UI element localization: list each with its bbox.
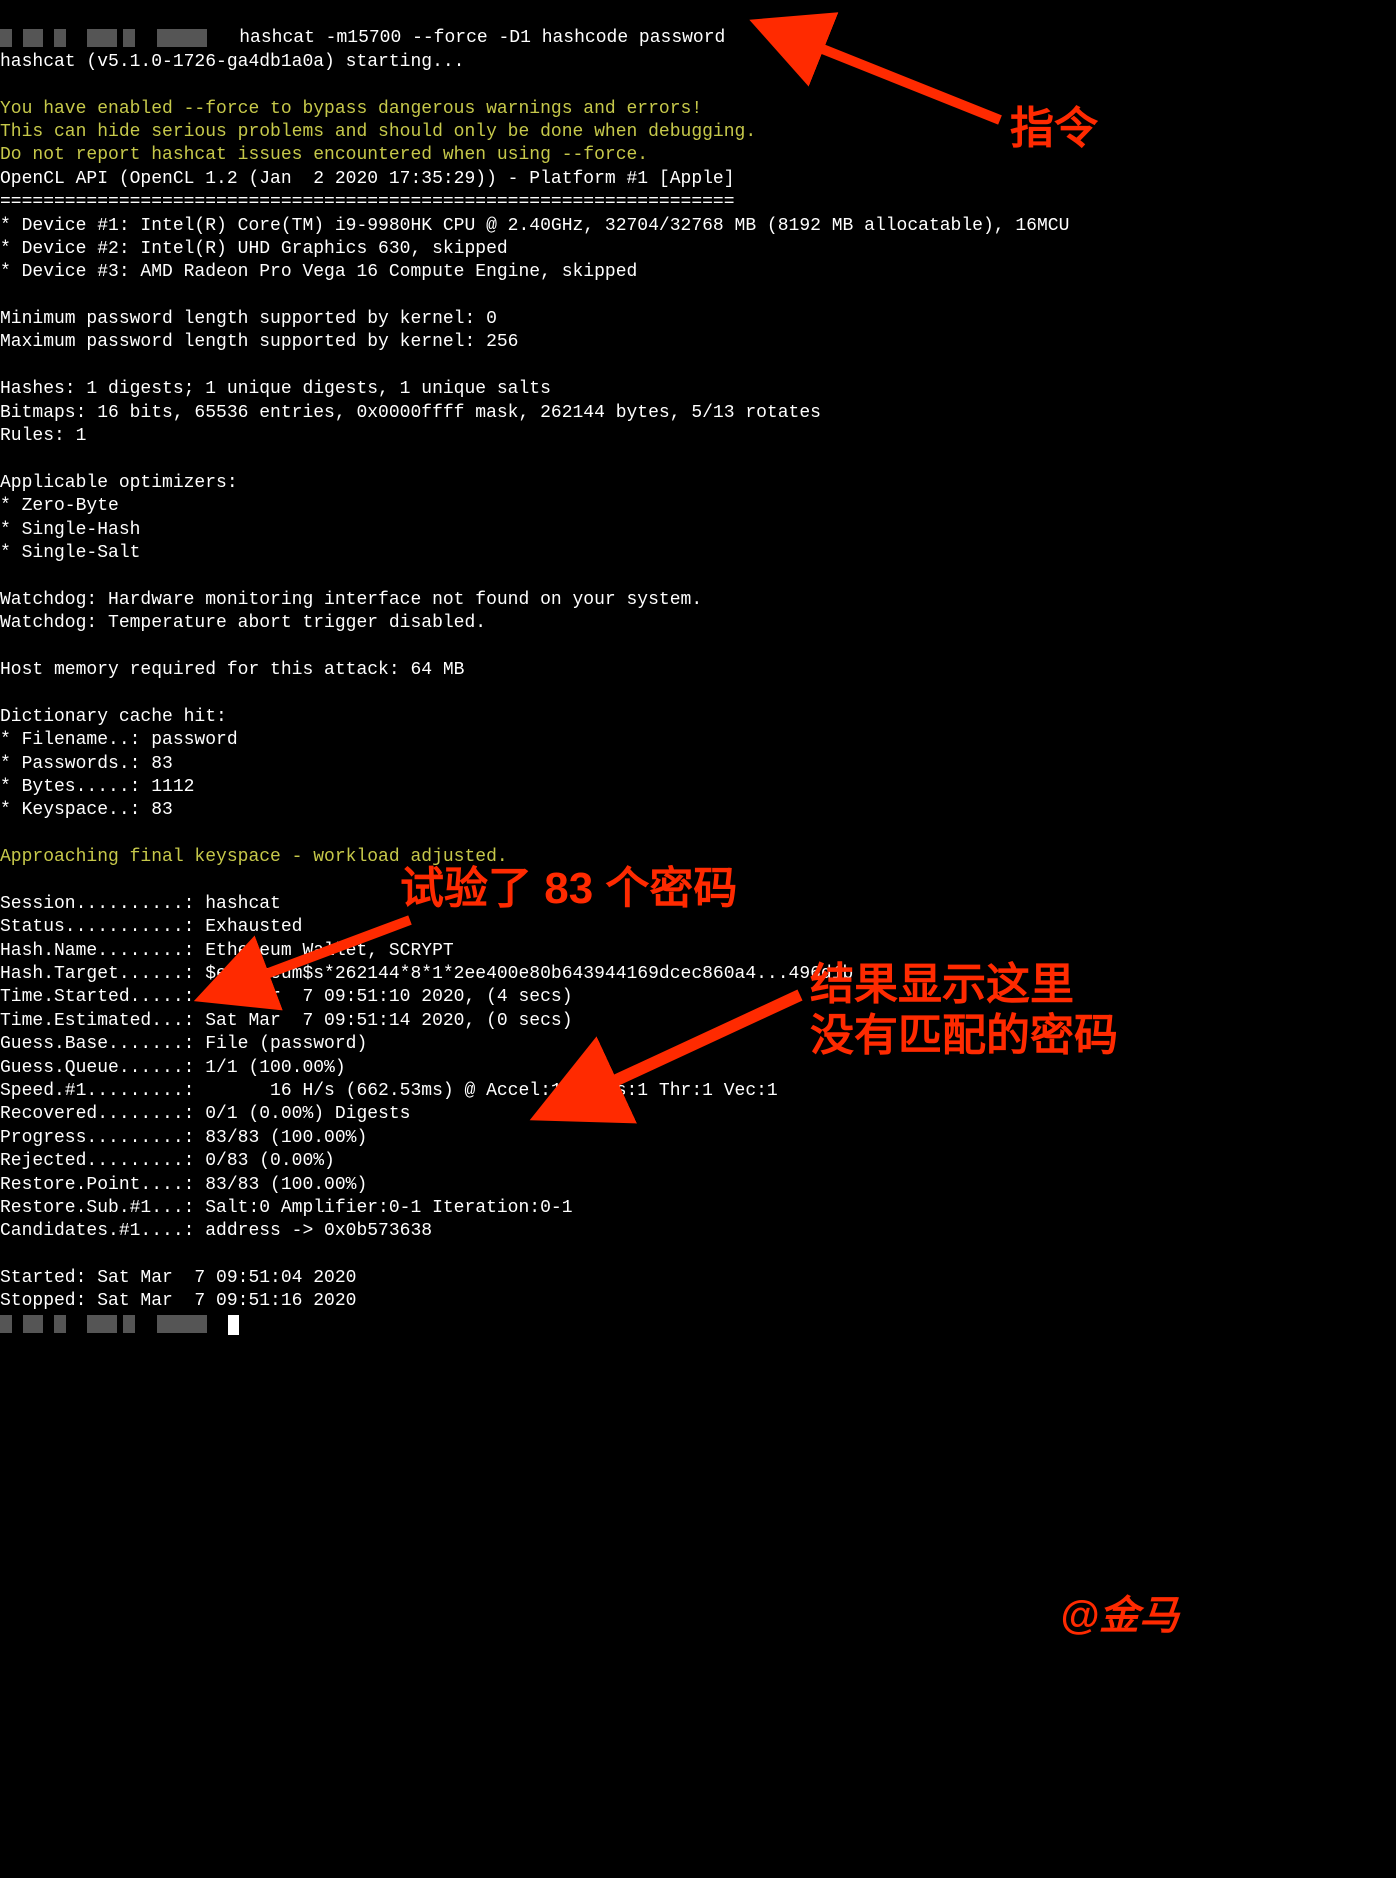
status-hashname: Hash.Name........: Ethereum Wallet, SCRY… <box>0 941 454 961</box>
status-status: Status...........: Exhausted <box>0 917 302 937</box>
started-line: Started: Sat Mar 7 09:51:04 2020 <box>0 1268 356 1288</box>
status-progress: Progress.........: 83/83 (100.00%) <box>0 1128 367 1148</box>
stopped-line: Stopped: Sat Mar 7 09:51:16 2020 <box>0 1291 356 1311</box>
separator: ========================================… <box>0 192 735 212</box>
dictionary-keyspace: * Keyspace..: 83 <box>0 800 173 820</box>
annotation-signature: @金马 <box>1060 1590 1179 1642</box>
status-time-started: Time.Started.....: Sat Mar 7 09:51:10 20… <box>0 987 573 1007</box>
status-candidates: Candidates.#1....: address -> 0x0b573638 <box>0 1221 432 1241</box>
device-3: * Device #3: AMD Radeon Pro Vega 16 Comp… <box>0 262 637 282</box>
cursor <box>228 1315 239 1335</box>
dictionary-filename: * Filename..: password <box>0 730 238 750</box>
optimizer-1: * Zero-Byte <box>0 496 119 516</box>
warning-line-2: This can hide serious problems and shoul… <box>0 122 756 142</box>
status-session: Session..........: hashcat <box>0 894 281 914</box>
status-hashtarget: Hash.Target......: $ethereum$s*262144*8*… <box>0 964 853 984</box>
starting-line: hashcat (v5.1.0-1726-ga4db1a0a) starting… <box>0 52 464 72</box>
min-password-length: Minimum password length supported by ker… <box>0 309 497 329</box>
optimizer-3: * Single-Salt <box>0 543 140 563</box>
max-password-length: Maximum password length supported by ker… <box>0 332 518 352</box>
status-guess-queue: Guess.Queue......: 1/1 (100.00%) <box>0 1058 346 1078</box>
prompt-redaction-2 <box>0 1315 228 1335</box>
optimizer-2: * Single-Hash <box>0 520 140 540</box>
opencl-header: OpenCL API (OpenCL 1.2 (Jan 2 2020 17:35… <box>0 169 735 189</box>
warning-line-3: Do not report hashcat issues encountered… <box>0 145 648 165</box>
watchdog-1: Watchdog: Hardware monitoring interface … <box>0 590 702 610</box>
dictionary-bytes: * Bytes.....: 1112 <box>0 777 194 797</box>
prompt-redaction <box>0 28 228 48</box>
host-memory: Host memory required for this attack: 64… <box>0 660 464 680</box>
optimizers-header: Applicable optimizers: <box>0 473 238 493</box>
status-restore-point: Restore.Point....: 83/83 (100.00%) <box>0 1175 367 1195</box>
status-restore-sub: Restore.Sub.#1...: Salt:0 Amplifier:0-1 … <box>0 1198 573 1218</box>
status-time-estimated: Time.Estimated...: Sat Mar 7 09:51:14 20… <box>0 1011 573 1031</box>
dictionary-header: Dictionary cache hit: <box>0 707 227 727</box>
status-recovered: Recovered........: 0/1 (0.00%) Digests <box>0 1104 410 1124</box>
status-rejected: Rejected.........: 0/83 (0.00%) <box>0 1151 335 1171</box>
bitmaps-line: Bitmaps: 16 bits, 65536 entries, 0x0000f… <box>0 403 821 423</box>
device-1: * Device #1: Intel(R) Core(TM) i9-9980HK… <box>0 216 1069 236</box>
status-guess-base: Guess.Base.......: File (password) <box>0 1034 367 1054</box>
terminal-output: hashcat -m15700 --force -D1 hashcode pas… <box>0 0 1396 1337</box>
warning-line-1: You have enabled --force to bypass dange… <box>0 99 702 119</box>
rules-line: Rules: 1 <box>0 426 86 446</box>
watchdog-2: Watchdog: Temperature abort trigger disa… <box>0 613 486 633</box>
approaching-keyspace: Approaching final keyspace - workload ad… <box>0 847 508 867</box>
hashes-line: Hashes: 1 digests; 1 unique digests, 1 u… <box>0 379 551 399</box>
command-line: hashcat -m15700 --force -D1 hashcode pas… <box>228 28 725 48</box>
status-speed: Speed.#1.........: 16 H/s (662.53ms) @ A… <box>0 1081 778 1101</box>
device-2: * Device #2: Intel(R) UHD Graphics 630, … <box>0 239 508 259</box>
dictionary-passwords: * Passwords.: 83 <box>0 754 173 774</box>
